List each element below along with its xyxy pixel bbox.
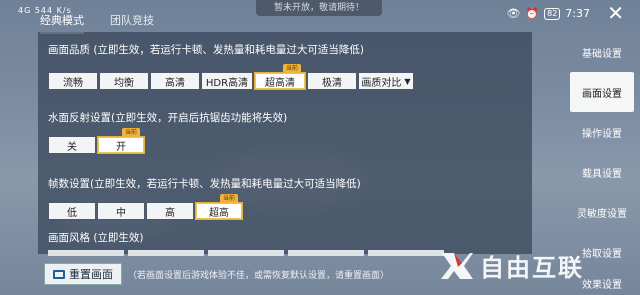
style-card[interactable] [48,250,124,256]
sidebar-item-sensitivity[interactable]: 灵敏度设置 [564,192,640,232]
graphics-style-title: 画面风格 (立即生效) [48,232,144,244]
reset-button-label: 重置画面 [69,268,113,281]
sidebar-item-graphics[interactable]: 画面设置 [570,72,634,112]
watermark: 自由互联 [440,248,584,283]
style-card[interactable] [208,250,284,256]
tab-team-deathmatch[interactable]: 团队竞技 [110,12,154,34]
water-reflection-title: 水面反射设置(立即生效，开启后抗锯齿功能将失效) [48,112,288,124]
chevron-down-icon: ▼ [404,76,411,86]
toast-message: 暂未开放，敬请期待！ [256,0,382,16]
eye-icon: 👁 [506,7,521,20]
water-reflection-on-label: 开 [116,141,126,153]
sidebar-item-controls[interactable]: 操作设置 [564,112,640,152]
alarm-icon: ⏰ [525,7,540,20]
settings-panel: 画面品质 (立即生效，若运行卡顿、发热量和耗电量过大可适当降低) 流畅 均衡 高… [38,32,532,256]
mode-tabs: 经典模式 团队竞技 [40,12,154,34]
sidebar-item-basic[interactable]: 基础设置 [564,32,640,72]
close-icon[interactable]: ✕ [607,3,624,23]
quality-option-ultra-hd[interactable]: 当前 超高清 [254,64,306,90]
status-time: 7:37 [565,7,590,20]
tab-classic[interactable]: 经典模式 [40,12,84,34]
reset-icon [53,269,65,279]
battery-indicator: 82 [544,7,561,20]
water-reflection-off[interactable]: 关 [48,136,96,154]
reset-note: （若画面设置后游戏体验不佳，或需恢复默认设置，请重置画面） [128,271,390,281]
status-right: 👁 ⏰ 82 7:37 [506,7,590,20]
quality-option-hdr[interactable]: HDR高清 [201,72,253,90]
frame-rate-ultra-label: 超高 [209,207,229,219]
style-card[interactable] [128,250,204,256]
reset-graphics-button[interactable]: 重置画面 [44,263,122,285]
quality-option-extreme[interactable]: 极清 [307,72,357,90]
quality-compare-dropdown[interactable]: 画质对比 ▼ [358,72,414,90]
quality-compare-label: 画质对比 [361,77,402,89]
frame-rate-options: 低 中 高 当前 超高 [48,194,244,220]
current-tag: 当前 [282,64,301,73]
frame-rate-low[interactable]: 低 [48,202,96,220]
graphics-quality-title: 画面品质 (立即生效，若运行卡顿、发热量和耗电量过大可适当降低) [48,44,365,56]
frame-rate-title: 帧数设置(立即生效，若运行卡顿、发热量和耗电量过大可适当降低) [48,178,361,190]
water-reflection-options: 关 当前 开 [48,128,146,154]
frame-rate-ultra[interactable]: 当前 超高 [195,194,243,220]
frame-rate-high[interactable]: 高 [146,202,194,220]
quality-option-label: 超高清 [265,77,295,89]
frame-rate-medium[interactable]: 中 [97,202,145,220]
graphics-quality-options: 流畅 均衡 高清 HDR高清 当前 超高清 极清 画质对比 ▼ [48,64,415,90]
style-card[interactable] [368,250,444,256]
quality-option-balanced[interactable]: 均衡 [99,72,149,90]
current-tag: 当前 [219,194,238,203]
quality-option-smooth[interactable]: 流畅 [48,72,98,90]
style-card[interactable] [288,250,364,256]
quality-option-hd[interactable]: 高清 [150,72,200,90]
graphics-style-cards [48,250,444,256]
watermark-text: 自由互联 [480,254,584,282]
watermark-logo-icon [441,252,473,279]
sidebar-item-vehicle[interactable]: 载具设置 [564,152,640,192]
current-tag: 当前 [121,128,140,137]
water-reflection-on[interactable]: 当前 开 [97,128,145,154]
